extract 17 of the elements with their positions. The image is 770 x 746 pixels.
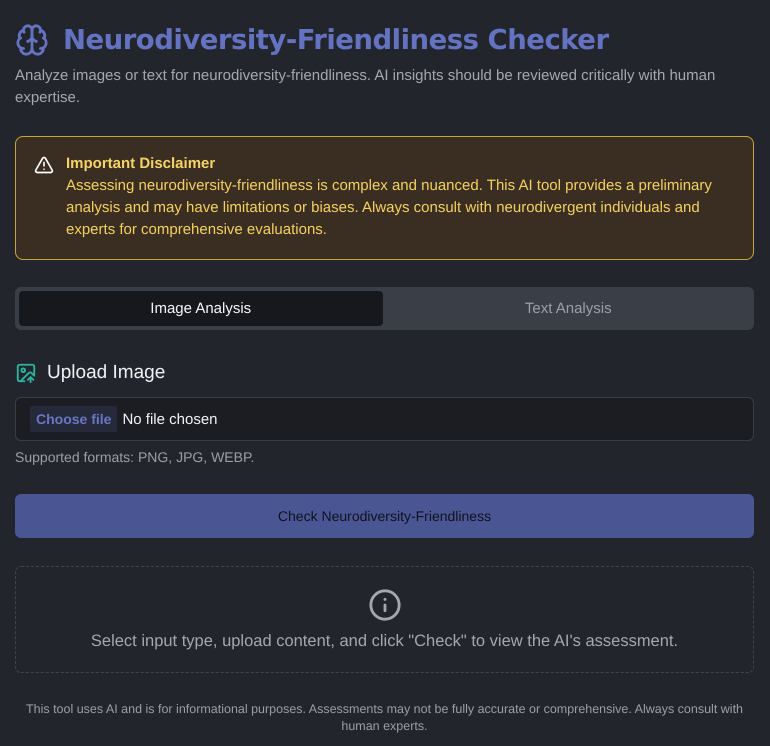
- choose-file-button[interactable]: Choose file: [30, 406, 118, 432]
- footer-text: This tool uses AI and is for informational purposes. Assessments may not be fully accurate or comprehensive. Always consult with human experts.: [24, 701, 744, 735]
- page-title: Neurodiversity-Friendliness Checker: [63, 23, 609, 58]
- tab[interactable]: Image Analysis: [19, 291, 382, 326]
- brain-icon: [15, 23, 49, 57]
- image-upload-icon: [15, 362, 37, 384]
- file-status-text: No file chosen: [122, 410, 218, 428]
- disclaimer-title: Important Disclaimer: [66, 154, 216, 174]
- warning-icon: [34, 155, 54, 175]
- file-input-field[interactable]: Choose file No file chosen: [15, 397, 754, 441]
- result-placeholder-text: Select input type, upload content, and click "Check" to view the AI's assessment.: [90, 632, 678, 651]
- format-hint: Supported formats: PNG, JPG, WEBP.: [15, 448, 256, 467]
- info-icon: [368, 588, 402, 622]
- page-subtitle: Analyze images or text for neurodiversity-friendliness. AI insights should be reviewed critically with human expertise.: [15, 66, 716, 108]
- disclaimer-text: Assessing neurodiversity-friendliness is complex and nuanced. This AI tool provides a preliminary analysis and may have limitations or biases. Always consult with neurodivergent individuals and experts for comprehensive evaluations.: [66, 176, 713, 240]
- section-title: Upload Image: [47, 361, 166, 385]
- tab[interactable]: Text Analysis: [386, 291, 750, 326]
